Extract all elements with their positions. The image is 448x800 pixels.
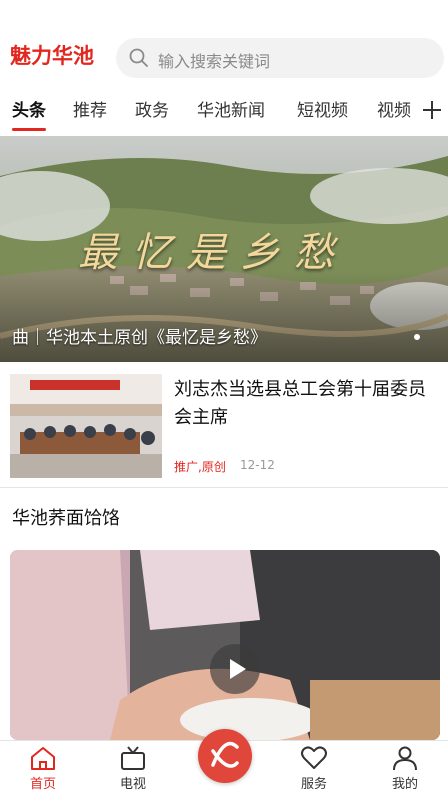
nav-mine-label: 我的: [391, 777, 418, 792]
tab-short-video[interactable]: 短视频: [297, 96, 348, 121]
channel-tabs: 头条 推荐 政务 华池新闻 短视频 视频: [0, 92, 448, 132]
plus-icon[interactable]: [420, 98, 444, 122]
app-logo: 魅力华池: [10, 43, 94, 68]
nav-home-label: 首页: [29, 777, 56, 792]
nav-tv-label: 电视: [119, 777, 146, 792]
tab-headlines[interactable]: 头条: [12, 96, 46, 121]
tab-huachi-news[interactable]: 华池新闻: [197, 96, 265, 121]
carousel-indicator: [414, 334, 420, 340]
news-tag: 推广,原创: [174, 460, 226, 474]
bottom-nav: 首页 电视 服务 我的: [0, 729, 448, 800]
tab-recommend[interactable]: 推荐: [73, 96, 107, 121]
user-icon: [393, 746, 417, 771]
hero-banner[interactable]: 最忆是乡愁 曲｜华池本土原创《最忆是乡愁》: [0, 136, 448, 362]
news-date: 12-12: [240, 458, 275, 472]
nav-service[interactable]: 服务: [284, 745, 344, 792]
center-logo-icon: [211, 741, 239, 768]
heart-icon: [301, 746, 327, 769]
section-title: 华池荞面饸饹: [12, 508, 120, 529]
play-button[interactable]: [210, 644, 260, 694]
news-thumbnail: [10, 374, 162, 478]
header: 魅力华池 输入搜索关键词: [0, 0, 448, 82]
news-list-item[interactable]: 刘志杰当选县总工会第十届委员会主席 推广,原创 12-12: [0, 362, 448, 488]
news-title[interactable]: 刘志杰当选县总工会第十届委员会主席: [174, 376, 436, 432]
search-placeholder[interactable]: 输入搜索关键词: [158, 48, 270, 72]
video-card[interactable]: [10, 550, 440, 740]
hero-title-art: 最忆是乡愁: [78, 230, 348, 276]
active-tab-indicator: [12, 128, 46, 131]
hero-caption[interactable]: 曲｜华池本土原创《最忆是乡愁》: [12, 323, 267, 348]
tab-government[interactable]: 政务: [135, 96, 169, 121]
nav-tv[interactable]: 电视: [103, 745, 163, 792]
center-action-button[interactable]: [198, 729, 252, 783]
nav-mine[interactable]: 我的: [375, 745, 435, 792]
nav-service-label: 服务: [300, 777, 327, 792]
home-icon: [31, 747, 55, 770]
search-bar[interactable]: 输入搜索关键词: [116, 38, 444, 78]
search-icon: [129, 48, 148, 67]
play-icon: [230, 659, 246, 679]
tv-icon: [121, 746, 145, 770]
tab-video[interactable]: 视频: [377, 96, 411, 121]
nav-home[interactable]: 首页: [13, 745, 73, 792]
